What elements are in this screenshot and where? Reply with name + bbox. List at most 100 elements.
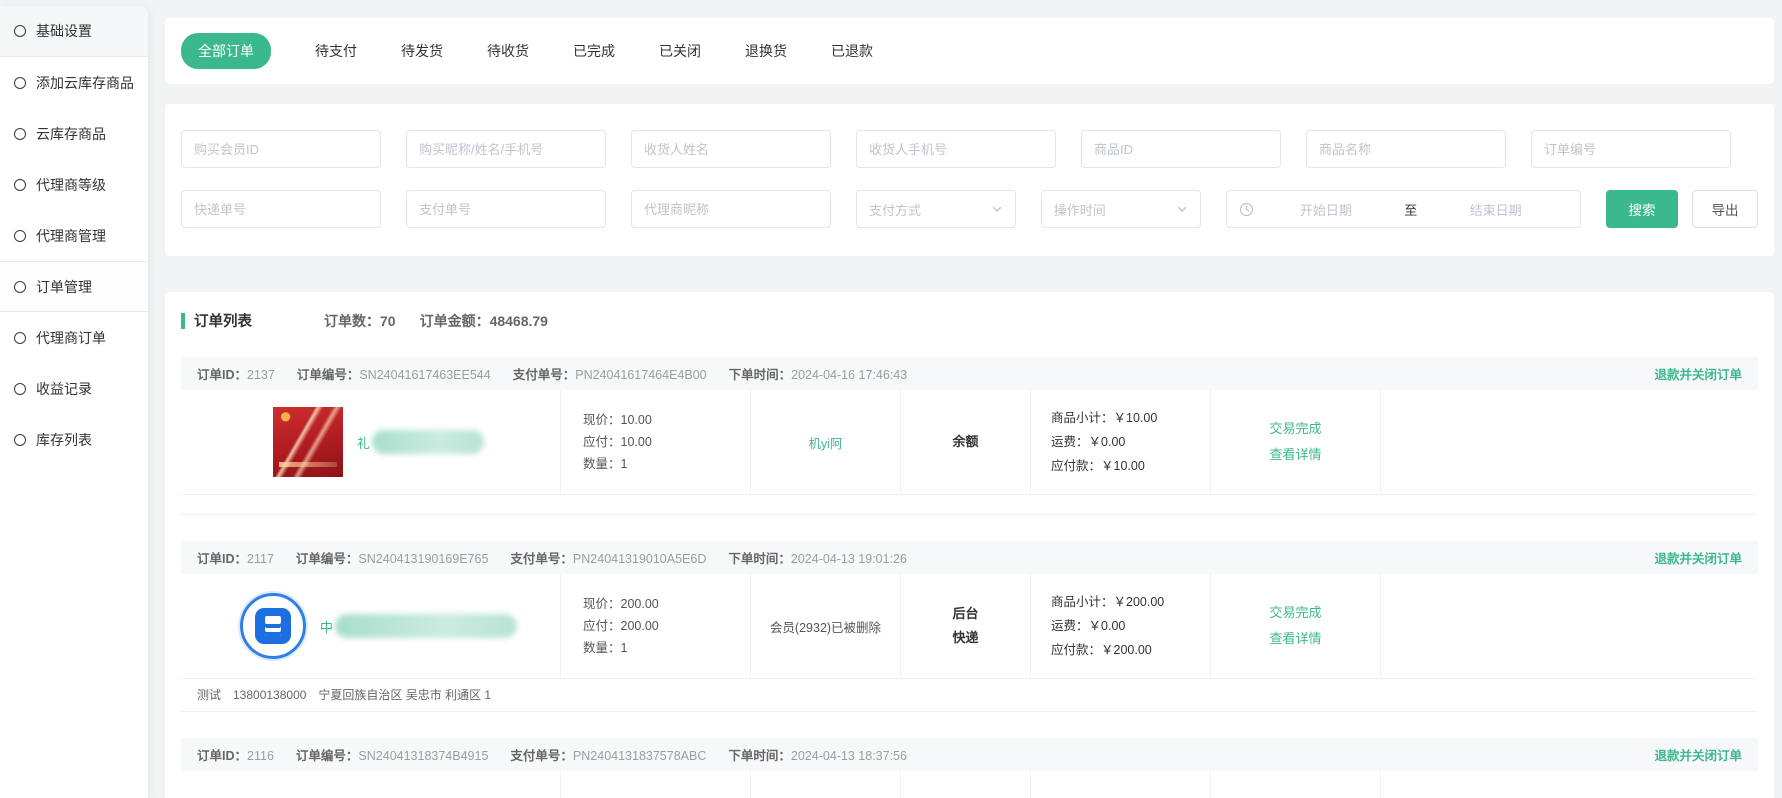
refund-close-order-link[interactable]: 退款并关闭订单	[1654, 364, 1742, 383]
view-detail-link[interactable]: 查看详情	[1269, 626, 1321, 652]
sidebar-item-label: 代理商等级	[36, 175, 106, 195]
filter-consignee-name-input[interactable]	[631, 130, 831, 168]
order-amount: 订单金额：48468.79	[420, 311, 548, 331]
order-list-title: 订单列表	[194, 310, 252, 331]
shipping-label: 运费：	[1051, 435, 1089, 449]
sidebar-item-stock-list[interactable]: 库存列表	[0, 414, 148, 465]
subtotal-value: ￥10.00	[1114, 411, 1158, 425]
order-time-label: 下单时间：	[729, 368, 792, 382]
tab-pending-receipt[interactable]: 待收货	[487, 33, 529, 69]
sidebar-item-earnings-records[interactable]: 收益记录	[0, 363, 148, 414]
due-label: 应付：	[583, 435, 621, 449]
circle-icon	[14, 434, 26, 446]
filter-pay-method-select[interactable]: 支付方式	[856, 190, 1016, 228]
sidebar-item-label: 订单管理	[36, 277, 92, 297]
circle-icon	[14, 77, 26, 89]
filter-date-range-picker[interactable]: 开始日期 至 结束日期	[1226, 190, 1581, 228]
tab-pending-shipment[interactable]: 待发货	[401, 33, 443, 69]
main-content: 全部订单 待支付 待发货 待收货 已完成 已关闭 退换货 已退款	[148, 0, 1782, 798]
qty-label: 数量：	[583, 641, 621, 655]
circle-icon	[14, 332, 26, 344]
tab-returns[interactable]: 退换货	[745, 33, 787, 69]
sidebar-item-order-management[interactable]: 订单管理	[0, 261, 148, 312]
tab-closed[interactable]: 已关闭	[659, 33, 701, 69]
order-no-label: 订单编号：	[296, 552, 359, 566]
sidebar-item-agent-orders[interactable]: 代理商订单	[0, 312, 148, 363]
sidebar-item-cloud-stock-products[interactable]: 云库存商品	[0, 108, 148, 159]
tab-all-orders[interactable]: 全部订单	[181, 33, 271, 69]
order-header: 订单ID：2116 订单编号：SN24041318374B4915 支付单号：P…	[181, 738, 1758, 771]
pay-method-line: 后台	[952, 602, 978, 626]
order-footer: 测试 13800138000 宁夏回族自治区 吴忠市 利通区 1	[181, 679, 1758, 712]
tab-refunded[interactable]: 已退款	[831, 33, 873, 69]
filter-pay-no-input[interactable]	[406, 190, 606, 228]
pay-no-label: 支付单号：	[510, 552, 573, 566]
tab-completed[interactable]: 已完成	[573, 33, 615, 69]
pay-no-value: PN2404131837578ABC	[573, 749, 706, 763]
order-address: 测试 13800138000 宁夏回族自治区 吴忠市 利通区 1	[197, 688, 491, 702]
due-label: 应付：	[583, 619, 621, 633]
order-count-label: 订单数：	[324, 313, 380, 329]
buyer-cell	[751, 771, 901, 798]
filter-buyer-input[interactable]	[406, 130, 606, 168]
totals-cell: 商品小计：￥10.00 运费：￥0.00 应付款：￥10.00	[1031, 390, 1211, 494]
order-time-value: 2024-04-13 18:37:56	[791, 749, 907, 763]
filter-consignee-phone-input[interactable]	[856, 130, 1056, 168]
refund-close-order-link[interactable]: 退款并关闭订单	[1654, 548, 1742, 567]
order-body: 中 现价：200.00 应付：200.00 数量：1 会员(2932)已被删除 …	[181, 574, 1758, 679]
extra-cell	[1381, 390, 1758, 494]
filter-express-no-input[interactable]	[181, 190, 381, 228]
filter-buttons: 搜索 导出	[1606, 190, 1758, 228]
filter-member-id-input[interactable]	[181, 130, 381, 168]
tab-pending-payment[interactable]: 待支付	[315, 33, 357, 69]
subtotal-label: 商品小计：	[1051, 595, 1114, 609]
order-status-tabs: 全部订单 待支付 待发货 待收货 已完成 已关闭 退换货 已退款	[165, 18, 1774, 84]
filter-product-name-input[interactable]	[1306, 130, 1506, 168]
sidebar-item-agent-management[interactable]: 代理商管理	[0, 210, 148, 261]
subtotal-label: 商品小计：	[1051, 411, 1114, 425]
circle-icon	[14, 383, 26, 395]
filter-operate-time-select[interactable]: 操作时间	[1041, 190, 1201, 228]
filter-agent-nickname-input[interactable]	[631, 190, 831, 228]
search-button[interactable]: 搜索	[1606, 190, 1678, 228]
filter-order-no-input[interactable]	[1531, 130, 1731, 168]
product-image-blue-badge	[240, 593, 306, 659]
page-root: 基础设置 添加云库存商品 云库存商品 代理商等级 代理商管理 订单管理 代理商订…	[0, 0, 1782, 798]
product-cell: 中	[181, 574, 561, 678]
sidebar-item-agent-level[interactable]: 代理商等级	[0, 159, 148, 210]
sidebar-item-add-cloud-stock-product[interactable]: 添加云库存商品	[0, 57, 148, 108]
order-header: 订单ID：2137 订单编号：SN24041617463EE544 支付单号：P…	[181, 357, 1758, 390]
product-name: 中	[320, 614, 517, 638]
payable-value: ￥10.00	[1101, 459, 1145, 473]
filter-row-2: 支付方式 操作时间 开始日期 至 结束日期 搜索 导出	[181, 190, 1758, 228]
pay-method-line: 余额	[952, 430, 978, 454]
order-amount-label: 订单金额：	[420, 313, 490, 329]
product-name: 礼	[357, 430, 484, 454]
sidebar-item-basic-settings[interactable]: 基础设置	[0, 6, 148, 57]
chevron-down-icon	[1176, 203, 1188, 215]
view-detail-link[interactable]: 查看详情	[1269, 442, 1321, 468]
order-no-label: 订单编号：	[297, 368, 360, 382]
refund-close-order-link[interactable]: 退款并关闭订单	[1654, 745, 1742, 764]
sidebar-item-label: 云库存商品	[36, 124, 106, 144]
pay-method-cell: 后台 快递	[901, 574, 1031, 678]
export-button[interactable]: 导出	[1692, 190, 1758, 228]
order-id-label: 订单ID：	[197, 552, 247, 566]
order-id-value: 2117	[247, 552, 274, 566]
date-range-separator: 至	[1398, 200, 1423, 219]
pay-no-label: 支付单号：	[513, 368, 576, 382]
actions-cell: 交易完成 查看详情	[1211, 390, 1381, 494]
order-time-value: 2024-04-13 19:01:26	[791, 552, 907, 566]
product-name-text: 中	[320, 617, 333, 636]
circle-icon	[14, 179, 26, 191]
sidebar-item-label: 添加云库存商品	[36, 73, 134, 93]
product-name-text: 礼	[357, 433, 370, 452]
price-cell: 现价：200.00 应付：200.00 数量：1	[561, 574, 751, 678]
filter-product-id-input[interactable]	[1081, 130, 1281, 168]
price-label: 现价：	[583, 413, 621, 427]
actions-cell	[1211, 771, 1381, 798]
shipping-value: ￥0.00	[1089, 619, 1126, 633]
order-body: 礼 现价：10.00 应付：10.00 数量：1 机yi阿 余额 商品小计：￥1	[181, 390, 1758, 495]
due-value: 10.00	[621, 435, 652, 449]
product-cell	[181, 771, 561, 798]
